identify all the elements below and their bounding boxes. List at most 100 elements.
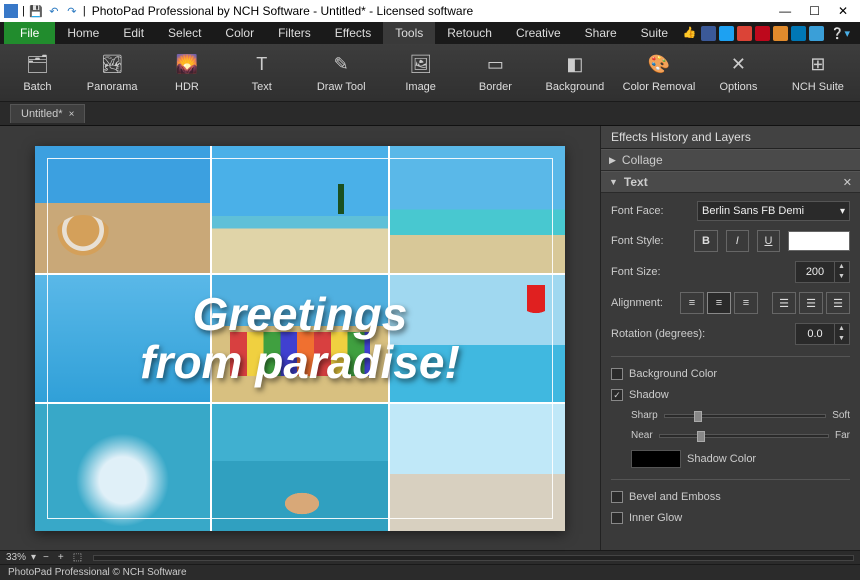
maximize-button[interactable]: ☐ — [809, 4, 820, 18]
border-icon: ▭ — [483, 53, 507, 77]
chevron-right-icon: ▶ — [609, 155, 616, 166]
status-bar: PhotoPad Professional © NCH Software — [0, 564, 860, 580]
social-icon[interactable] — [809, 26, 824, 41]
ribbon-panorama[interactable]: 🏞Panorama — [75, 53, 150, 93]
ribbon-options[interactable]: ✕Options — [701, 53, 776, 93]
social-icon[interactable] — [791, 26, 806, 41]
ribbon-image[interactable]: 🖼Image — [383, 53, 458, 93]
zoom-dropdown-icon[interactable]: ▾ — [31, 552, 36, 563]
social-icon[interactable] — [701, 26, 716, 41]
collage-tile — [35, 404, 210, 531]
app-icon — [4, 4, 18, 18]
menu-suite[interactable]: Suite — [629, 22, 680, 44]
font-size-label: Font Size: — [611, 266, 689, 278]
menu-retouch[interactable]: Retouch — [435, 22, 504, 44]
shadow-sharpness-slider[interactable] — [664, 414, 827, 418]
collage-tile — [390, 404, 565, 531]
section-close-icon[interactable]: ✕ — [843, 176, 852, 189]
menu-file[interactable]: File — [4, 22, 55, 44]
redo-icon[interactable]: ↷ — [65, 4, 79, 18]
social-icon[interactable] — [755, 26, 770, 41]
status-text: PhotoPad Professional © NCH Software — [8, 567, 187, 578]
horizontal-scrollbar[interactable] — [93, 555, 854, 561]
minimize-button[interactable]: — — [779, 4, 791, 18]
text-section-body: Font Face: Berlin Sans FB Demi Font Styl… — [601, 193, 860, 532]
draw-tool-icon: ✎ — [329, 53, 353, 77]
zoom-out-button[interactable]: − — [41, 552, 51, 563]
canvas-area[interactable]: Greetings from paradise! — [0, 126, 600, 550]
collage-tile — [35, 275, 210, 402]
document-tab[interactable]: Untitled* × — [10, 104, 85, 123]
canvas[interactable]: Greetings from paradise! — [35, 146, 565, 531]
align-bottom-button[interactable]: ☰ — [826, 292, 850, 314]
options-icon: ✕ — [726, 53, 750, 77]
ribbon-nch-suite[interactable]: ⊞NCH Suite — [776, 53, 860, 93]
thumb-up-icon[interactable]: 👍 — [683, 26, 698, 41]
font-style-label: Font Style: — [611, 235, 686, 247]
italic-button[interactable]: I — [726, 230, 749, 252]
color-removal-icon: 🎨 — [647, 53, 671, 77]
menu-filters[interactable]: Filters — [266, 22, 323, 44]
collage-section-header[interactable]: ▶ Collage — [601, 149, 860, 171]
tab-close-icon[interactable]: × — [69, 109, 75, 120]
menu-select[interactable]: Select — [156, 22, 213, 44]
menu-effects[interactable]: Effects — [323, 22, 383, 44]
ribbon-hdr[interactable]: 🌄HDR — [150, 53, 225, 93]
menu-share[interactable]: Share — [573, 22, 629, 44]
font-color-swatch[interactable] — [788, 231, 850, 251]
side-panel: Effects History and Layers ▶ Collage ▼ T… — [600, 126, 860, 550]
align-left-button[interactable]: ≡ — [680, 292, 704, 314]
text-section-header[interactable]: ▼ Text ✕ — [601, 171, 860, 193]
collage-tile — [35, 146, 210, 273]
collage-tile — [212, 146, 387, 273]
hdr-icon: 🌄 — [175, 53, 199, 77]
document-tab-label: Untitled* — [21, 108, 63, 120]
window-title: PhotoPad Professional by NCH Software - … — [92, 4, 474, 18]
spin-down-icon[interactable]: ▼ — [834, 272, 848, 282]
shadow-color-swatch[interactable] — [631, 450, 681, 468]
social-icon[interactable] — [719, 26, 734, 41]
ribbon-text[interactable]: TText — [224, 53, 299, 93]
social-icon[interactable] — [773, 26, 788, 41]
zoom-in-button[interactable]: + — [56, 552, 66, 563]
font-size-input[interactable]: ▲▼ — [795, 261, 850, 283]
social-icon[interactable] — [737, 26, 752, 41]
menu-color[interactable]: Color — [213, 22, 266, 44]
inner-glow-checkbox[interactable]: Inner Glow — [611, 512, 850, 524]
text-icon: T — [250, 53, 274, 77]
align-top-button[interactable]: ☰ — [772, 292, 796, 314]
ribbon-color-removal[interactable]: 🎨Color Removal — [617, 53, 701, 93]
ribbon-draw-tool[interactable]: ✎Draw Tool — [299, 53, 383, 93]
save-icon[interactable]: 💾 — [29, 4, 43, 18]
bold-button[interactable]: B — [694, 230, 717, 252]
spin-up-icon[interactable]: ▲ — [834, 262, 848, 272]
help-icon[interactable]: ❔▾ — [831, 27, 850, 40]
document-tab-bar: Untitled* × — [0, 102, 860, 126]
bevel-checkbox[interactable]: Bevel and Emboss — [611, 491, 850, 503]
ribbon-batch[interactable]: 🗂Batch — [0, 53, 75, 93]
font-face-select[interactable]: Berlin Sans FB Demi — [697, 201, 850, 221]
spin-down-icon[interactable]: ▼ — [834, 334, 848, 344]
shadow-distance-slider[interactable] — [659, 434, 829, 438]
menu-creative[interactable]: Creative — [504, 22, 573, 44]
align-center-button[interactable]: ≡ — [707, 292, 731, 314]
chevron-down-icon: ▼ — [609, 177, 618, 187]
zoom-fit-button[interactable]: ⬚ — [71, 552, 84, 563]
menu-edit[interactable]: Edit — [111, 22, 156, 44]
ribbon-border[interactable]: ▭Border — [458, 53, 533, 93]
spin-up-icon[interactable]: ▲ — [834, 324, 848, 334]
menu-home[interactable]: Home — [55, 22, 111, 44]
align-right-button[interactable]: ≡ — [734, 292, 758, 314]
align-middle-button[interactable]: ☰ — [799, 292, 823, 314]
batch-icon: 🗂 — [25, 53, 49, 77]
undo-icon[interactable]: ↶ — [47, 4, 61, 18]
ribbon-background[interactable]: ◧Background — [533, 53, 617, 93]
shadow-checkbox[interactable]: ✓Shadow — [611, 389, 850, 401]
menu-tools[interactable]: Tools — [383, 22, 435, 44]
background-color-checkbox[interactable]: Background Color — [611, 368, 850, 380]
underline-button[interactable]: U — [757, 230, 780, 252]
close-button[interactable]: ✕ — [838, 4, 848, 18]
rotation-input[interactable]: ▲▼ — [795, 323, 850, 345]
panel-title: Effects History and Layers — [601, 126, 860, 149]
title-bar: | 💾 ↶ ↷ | PhotoPad Professional by NCH S… — [0, 0, 860, 22]
